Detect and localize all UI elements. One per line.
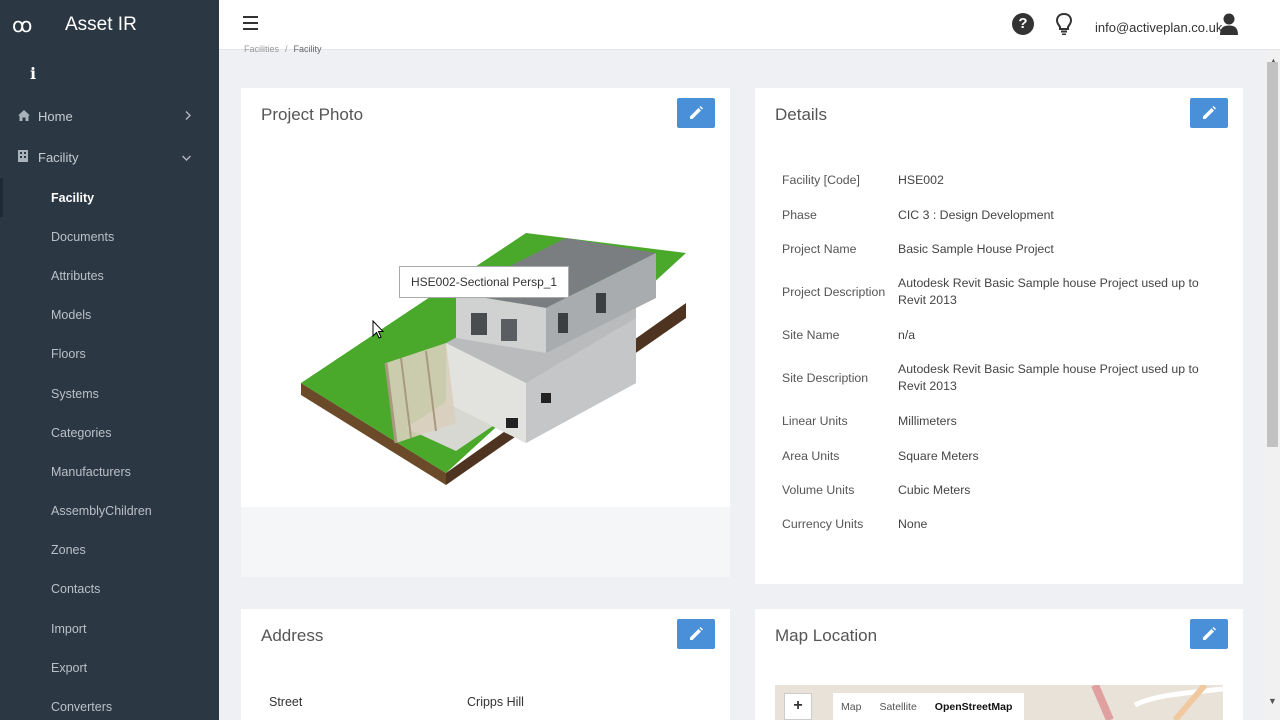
detail-value: Autodesk Revit Basic Sample house Projec…	[898, 362, 1199, 393]
details-row: Area Units Square Meters	[782, 439, 1222, 473]
detail-value: Square Meters	[898, 448, 979, 463]
details-row: Site Name n/a	[782, 318, 1222, 352]
map-tab-satellite[interactable]: Satellite	[879, 701, 916, 713]
detail-value: None	[898, 516, 928, 531]
chevron-down-icon	[181, 152, 192, 164]
sidebar-subitem-zones[interactable]: Zones	[0, 531, 219, 570]
detail-label: Project Description	[782, 284, 886, 299]
sidebar-subitem-attributes[interactable]: Attributes	[0, 256, 219, 295]
details-row: Facility [Code] HSE002	[782, 163, 1222, 198]
map-location-panel: Map Location + Map Satellite OpenStreetM…	[755, 609, 1243, 720]
brand[interactable]: ꝏ Asset IR	[0, 0, 219, 50]
sidebar-item-home[interactable]: Home	[0, 96, 219, 137]
top-bar: ? info@activeplan.co.uk	[219, 0, 1280, 50]
pencil-icon	[690, 627, 703, 640]
pencil-icon	[1203, 106, 1216, 119]
detail-label: Volume Units	[782, 482, 855, 497]
detail-label: Linear Units	[782, 414, 848, 428]
mouse-cursor-icon	[372, 320, 385, 339]
edit-photo-button[interactable]	[677, 98, 715, 128]
sidebar-subitem-systems[interactable]: Systems	[0, 374, 219, 413]
detail-value: n/a	[898, 327, 916, 342]
details-row: Phase CIC 3 : Design Development	[782, 198, 1222, 232]
lightbulb-icon[interactable]	[1055, 12, 1073, 36]
sidebar-subitem-models[interactable]: Models	[0, 296, 219, 335]
street-label: Street	[269, 695, 303, 709]
sidebar-subitem-assemblychildren[interactable]: AssemblyChildren	[0, 492, 219, 531]
detail-label: Site Description	[782, 370, 869, 385]
panel-title: Details	[775, 105, 827, 124]
edit-details-button[interactable]	[1190, 98, 1228, 128]
app-name: Asset IR	[65, 14, 137, 35]
edit-map-button[interactable]	[1190, 619, 1228, 649]
sidebar-subitem-import[interactable]: Import	[0, 609, 219, 648]
detail-label: Area Units	[782, 448, 840, 463]
address-panel: Address Street Cripps Hill	[241, 609, 730, 720]
panel-title: Address	[261, 626, 324, 645]
map-type-tabs: Map Satellite OpenStreetMap	[833, 693, 1025, 720]
map-tiles	[1091, 685, 1223, 720]
sidebar-item-label: Home	[38, 109, 73, 124]
home-icon	[18, 109, 38, 124]
detail-value: Basic Sample House Project	[898, 241, 1054, 256]
detail-value: HSE002	[898, 173, 944, 187]
details-row: Project Description Autodesk Revit Basic …	[782, 266, 1222, 318]
detail-label: Phase	[782, 207, 817, 222]
sidebar-item-facility[interactable]: Facility	[0, 137, 219, 178]
help-icon[interactable]: ?	[1012, 13, 1034, 35]
detail-label: Currency Units	[782, 516, 864, 531]
sidebar-subitem-floors[interactable]: Floors	[0, 335, 219, 374]
zoom-in-button[interactable]: +	[784, 693, 812, 720]
map-tab-openstreetmap[interactable]: OpenStreetMap	[935, 701, 1013, 713]
user-icon[interactable]	[1219, 12, 1239, 36]
panel-title: Project Photo	[261, 105, 364, 124]
edit-address-button[interactable]	[677, 619, 715, 649]
sidebar-subitem-documents[interactable]: Documents	[0, 217, 219, 256]
details-row: Linear Units Millimeters	[782, 404, 1222, 439]
details-table: Facility [Code] HSE002 Phase CIC 3 : Desig…	[782, 163, 1222, 541]
detail-label: Facility [Code]	[782, 173, 860, 187]
sidebar-subitem-facility[interactable]: Facility	[0, 178, 219, 218]
details-row: Currency Units None	[782, 507, 1222, 541]
project-photo-panel: Project Photo HSE002-Sectional Persp_1	[241, 88, 730, 507]
breadcrumb-parent[interactable]: Facilities	[244, 44, 279, 54]
scrollbar-thumb[interactable]	[1267, 62, 1278, 447]
sidebar-subitem-export[interactable]: Export	[0, 648, 219, 687]
detail-label: Project Name	[782, 241, 857, 256]
detail-label: Site Name	[782, 327, 840, 342]
breadcrumb: Facilities / Facility	[244, 44, 322, 54]
pencil-icon	[1203, 627, 1216, 640]
detail-value: Millimeters	[898, 414, 957, 428]
image-tooltip: HSE002-Sectional Persp_1	[399, 266, 570, 298]
details-panel: Details Facility [Code] HSE002 Phase CIC 3…	[755, 88, 1243, 584]
scroll-down-arrow-icon[interactable]: ▼	[1268, 696, 1277, 706]
sidebar-subitem-categories[interactable]: Categories	[0, 413, 219, 452]
details-row: Volume Units Cubic Meters	[782, 473, 1222, 507]
sidebar-subitem-contacts[interactable]: Contacts	[0, 570, 219, 609]
detail-value: Cubic Meters	[898, 482, 971, 497]
building-icon	[18, 150, 38, 165]
detail-value: CIC 3 : Design Development	[898, 207, 1054, 222]
map-tab-map[interactable]: Map	[841, 701, 861, 713]
sidebar: ꝏ Asset IR i Home Facility Facility Docu…	[0, 0, 219, 720]
app-logo-icon: ꝏ	[12, 13, 32, 37]
page-scrollbar[interactable]: ▲ ▼	[1265, 50, 1280, 720]
chevron-right-icon	[185, 110, 192, 123]
photo-thumbnail-strip[interactable]	[241, 507, 730, 577]
pencil-icon	[690, 106, 703, 119]
sidebar-subitem-manufacturers[interactable]: Manufacturers	[0, 452, 219, 491]
user-email[interactable]: info@activeplan.co.uk	[1095, 20, 1222, 35]
sidebar-subitem-converters[interactable]: Converters	[0, 687, 219, 720]
building-model-image	[301, 233, 686, 485]
sidebar-item-label: Facility	[38, 150, 79, 165]
panel-title: Map Location	[775, 626, 878, 645]
hamburger-menu-icon[interactable]	[243, 16, 258, 30]
info-icon[interactable]: i	[0, 50, 219, 96]
details-row: Project Name Basic Sample House Project	[782, 232, 1222, 266]
details-row: Site Description Autodesk Revit Basic Sam…	[782, 352, 1222, 404]
detail-value: Autodesk Revit Basic Sample house Projec…	[898, 276, 1199, 307]
breadcrumb-current: Facility	[293, 44, 322, 54]
map-view[interactable]: + Map Satellite OpenStreetMap	[775, 685, 1223, 720]
street-value: Cripps Hill	[467, 695, 524, 709]
